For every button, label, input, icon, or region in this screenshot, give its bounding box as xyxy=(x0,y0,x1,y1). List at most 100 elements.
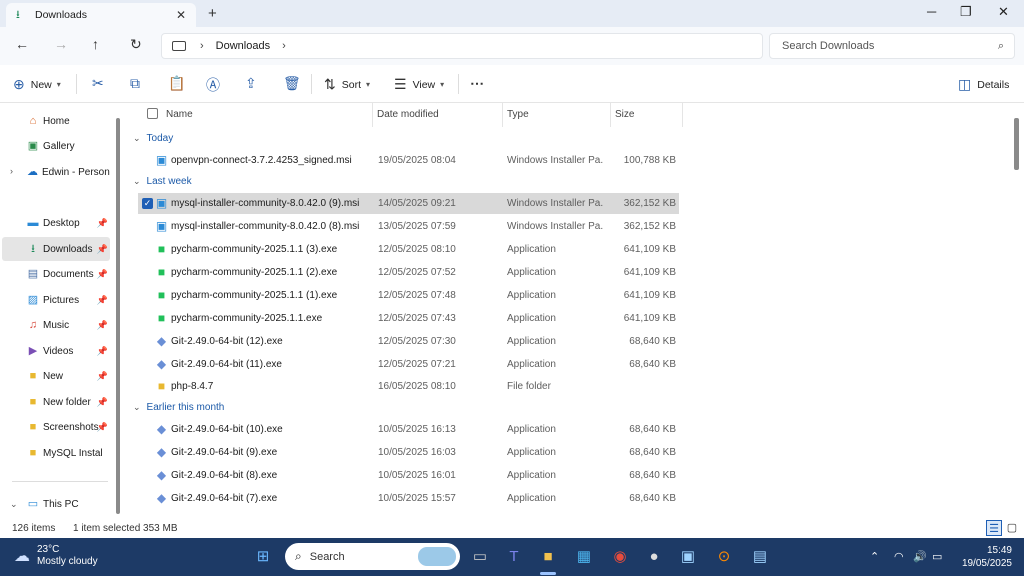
close-tab-icon[interactable]: ✕ xyxy=(176,8,186,22)
sidebar-item-this-pc[interactable]: ▭ This PC xyxy=(2,492,110,516)
sidebar-item-mysql[interactable]: ■ MySQL Instal xyxy=(2,441,110,465)
task-view-icon[interactable]: ▭ xyxy=(469,546,491,568)
delete-icon[interactable]: 🗑 xyxy=(283,75,301,92)
chrome-icon[interactable]: ◉ xyxy=(609,546,631,568)
search-icon: ⌕ xyxy=(295,549,302,563)
taskbar-search[interactable]: ⌕ Search xyxy=(285,543,460,570)
table-row[interactable]: ■ php-8.4.7 16/05/2025 08:10 File folder xyxy=(138,376,679,397)
file-explorer-icon[interactable]: ■ xyxy=(537,546,559,568)
column-date-modified[interactable]: Date modified xyxy=(377,109,439,120)
paste-icon[interactable]: 📋 xyxy=(168,75,185,92)
sidebar-item-gallery[interactable]: ▣ Gallery xyxy=(2,134,110,158)
table-row[interactable]: ◆ Git-2.49.0-64-bit (8).exe 10/05/2025 1… xyxy=(138,465,679,486)
sidebar-item-desktop[interactable]: ▬ Desktop 📌 xyxy=(2,211,110,235)
share-icon[interactable]: ⇪ xyxy=(245,75,257,92)
table-row[interactable]: ■ pycharm-community-2025.1.1 (3).exe 12/… xyxy=(138,239,679,260)
volume-icon[interactable]: 🔊 xyxy=(913,550,927,563)
file-date: 12/05/2025 07:21 xyxy=(378,359,456,370)
sidebar-item-onedrive[interactable]: ☁ Edwin - Personal xyxy=(2,160,110,184)
tab-downloads[interactable]: ⭳ Downloads ✕ xyxy=(6,3,196,27)
sidebar-item-videos[interactable]: ▶ Videos 📌 xyxy=(2,339,110,363)
sidebar-scrollbar[interactable] xyxy=(116,118,120,514)
sidebar-item-downloads[interactable]: ⭳ Downloads 📌 xyxy=(2,237,110,261)
file-date: 12/05/2025 07:30 xyxy=(378,336,456,347)
start-icon[interactable]: ⊞ xyxy=(252,546,274,568)
table-row[interactable]: ◆ Git-2.49.0-64-bit (12).exe 12/05/2025 … xyxy=(138,331,679,352)
table-row[interactable]: ◆ Git-2.49.0-64-bit (10).exe 10/05/2025 … xyxy=(138,419,679,440)
sidebar-item-label: Pictures xyxy=(43,294,80,306)
details-button[interactable]: ◫ Details xyxy=(958,76,1009,93)
sidebar-item-music[interactable]: ♫ Music 📌 xyxy=(2,313,110,337)
column-type[interactable]: Type xyxy=(507,109,529,120)
table-row[interactable]: ◆ Git-2.49.0-64-bit (11).exe 12/05/2025 … xyxy=(138,354,679,375)
battery-icon[interactable]: ▭ xyxy=(932,550,942,563)
github-icon[interactable]: ● xyxy=(643,546,665,568)
up-button[interactable]: ↑ xyxy=(92,36,99,52)
view-button[interactable]: ☰ View ▾ xyxy=(394,76,444,93)
sidebar-item-home[interactable]: ⌂ Home xyxy=(2,109,110,133)
file-name: pycharm-community-2025.1.1.exe xyxy=(171,313,323,324)
teams-icon[interactable]: T xyxy=(503,546,525,568)
table-row[interactable]: ■ pycharm-community-2025.1.1 (1).exe 12/… xyxy=(138,285,679,306)
sidebar-item-new-folder[interactable]: ■ New folder 📌 xyxy=(2,390,110,414)
sidebar-item-label: Music xyxy=(43,319,70,331)
sidebar-item-new[interactable]: ■ New 📌 xyxy=(2,364,110,388)
rename-icon[interactable]: Ⓐ xyxy=(206,75,220,95)
select-all-checkbox[interactable] xyxy=(147,108,158,119)
copy-icon[interactable]: ⧉ xyxy=(130,75,140,92)
maximize-button[interactable]: ❐ xyxy=(960,4,972,20)
details-view-button[interactable]: ☰ xyxy=(986,520,1002,536)
tiles-view-button[interactable]: ▢ xyxy=(1004,520,1020,536)
clock[interactable]: 15:49 19/05/2025 xyxy=(962,544,1012,570)
videos-icon: ▶ xyxy=(28,345,38,357)
git-icon: ◆ xyxy=(156,334,167,348)
back-button[interactable]: ← xyxy=(15,36,29,52)
row-checkbox[interactable]: ✓ xyxy=(142,198,153,209)
search-input[interactable]: Search Downloads ⌕ xyxy=(769,33,1015,59)
new-button[interactable]: ⊕ New ▾ xyxy=(13,76,61,93)
column-size[interactable]: Size xyxy=(615,109,634,120)
openvpn-icon[interactable]: ⊙ xyxy=(713,546,735,568)
more-options-icon[interactable]: ⋯ xyxy=(470,75,484,92)
pin-icon: 📌 xyxy=(96,217,108,228)
cut-icon[interactable]: ✂ xyxy=(92,75,104,92)
table-row[interactable]: ■ pycharm-community-2025.1.1 (2).exe 12/… xyxy=(138,262,679,283)
installer-icon[interactable]: ▣ xyxy=(677,546,699,568)
store-icon[interactable]: ▦ xyxy=(573,546,595,568)
group-last-week[interactable]: ⌄ Last week xyxy=(133,176,192,187)
table-row[interactable]: ▣ mysql-installer-community-8.0.42.0 (8)… xyxy=(138,216,679,237)
group-today[interactable]: ⌄ Today xyxy=(133,133,173,144)
new-label: New xyxy=(30,78,52,91)
documents-icon: ▤ xyxy=(27,268,39,280)
table-row[interactable]: ■ pycharm-community-2025.1.1.exe 12/05/2… xyxy=(138,308,679,329)
close-window-button[interactable]: ✕ xyxy=(998,4,1009,20)
sidebar-item-documents[interactable]: ▤ Documents 📌 xyxy=(2,262,110,286)
file-list-scrollbar[interactable] xyxy=(1014,118,1019,170)
new-tab-button[interactable]: + xyxy=(208,5,217,22)
table-row[interactable]: ✓ ▣ mysql-installer-community-8.0.42.0 (… xyxy=(138,193,679,214)
chevron-up-icon[interactable]: ⌃ xyxy=(870,550,879,563)
weather-widget[interactable]: ☁ 23°C Mostly cloudy xyxy=(14,544,98,568)
sidebar-item-screenshots[interactable]: ■ Screenshots 📌 xyxy=(2,415,110,439)
refresh-button[interactable]: ↻ xyxy=(130,36,142,53)
table-row[interactable]: ◆ Git-2.49.0-64-bit (7).exe 10/05/2025 1… xyxy=(138,488,679,509)
address-bar[interactable]: › Downloads › xyxy=(161,33,763,59)
forward-button[interactable]: → xyxy=(54,36,68,52)
group-earlier-this-month[interactable]: ⌄ Earlier this month xyxy=(133,402,224,413)
app-icon[interactable]: ▤ xyxy=(749,546,771,568)
sidebar-item-label: Documents xyxy=(43,268,94,280)
column-name[interactable]: Name xyxy=(166,109,193,120)
table-row[interactable]: ◆ Git-2.49.0-64-bit (9).exe 10/05/2025 1… xyxy=(138,442,679,463)
breadcrumb-downloads[interactable]: Downloads xyxy=(216,40,270,52)
chevron-right-icon[interactable]: › xyxy=(282,40,286,52)
file-size: 641,109 KB xyxy=(623,290,676,301)
wifi-icon[interactable]: ◠ xyxy=(894,550,904,563)
sidebar-item-pictures[interactable]: ▨ Pictures 📌 xyxy=(2,288,110,312)
details-label: Details xyxy=(977,78,1010,91)
file-name: pycharm-community-2025.1.1 (1).exe xyxy=(171,290,338,301)
sort-button[interactable]: ⇅ Sort ▾ xyxy=(324,76,370,93)
table-row[interactable]: ▣ openvpn-connect-3.7.2.4253_signed.msi … xyxy=(138,150,679,171)
minimize-button[interactable]: ─ xyxy=(927,4,936,19)
git-icon: ◆ xyxy=(156,422,167,436)
chevron-right-icon[interactable]: › xyxy=(200,40,204,52)
